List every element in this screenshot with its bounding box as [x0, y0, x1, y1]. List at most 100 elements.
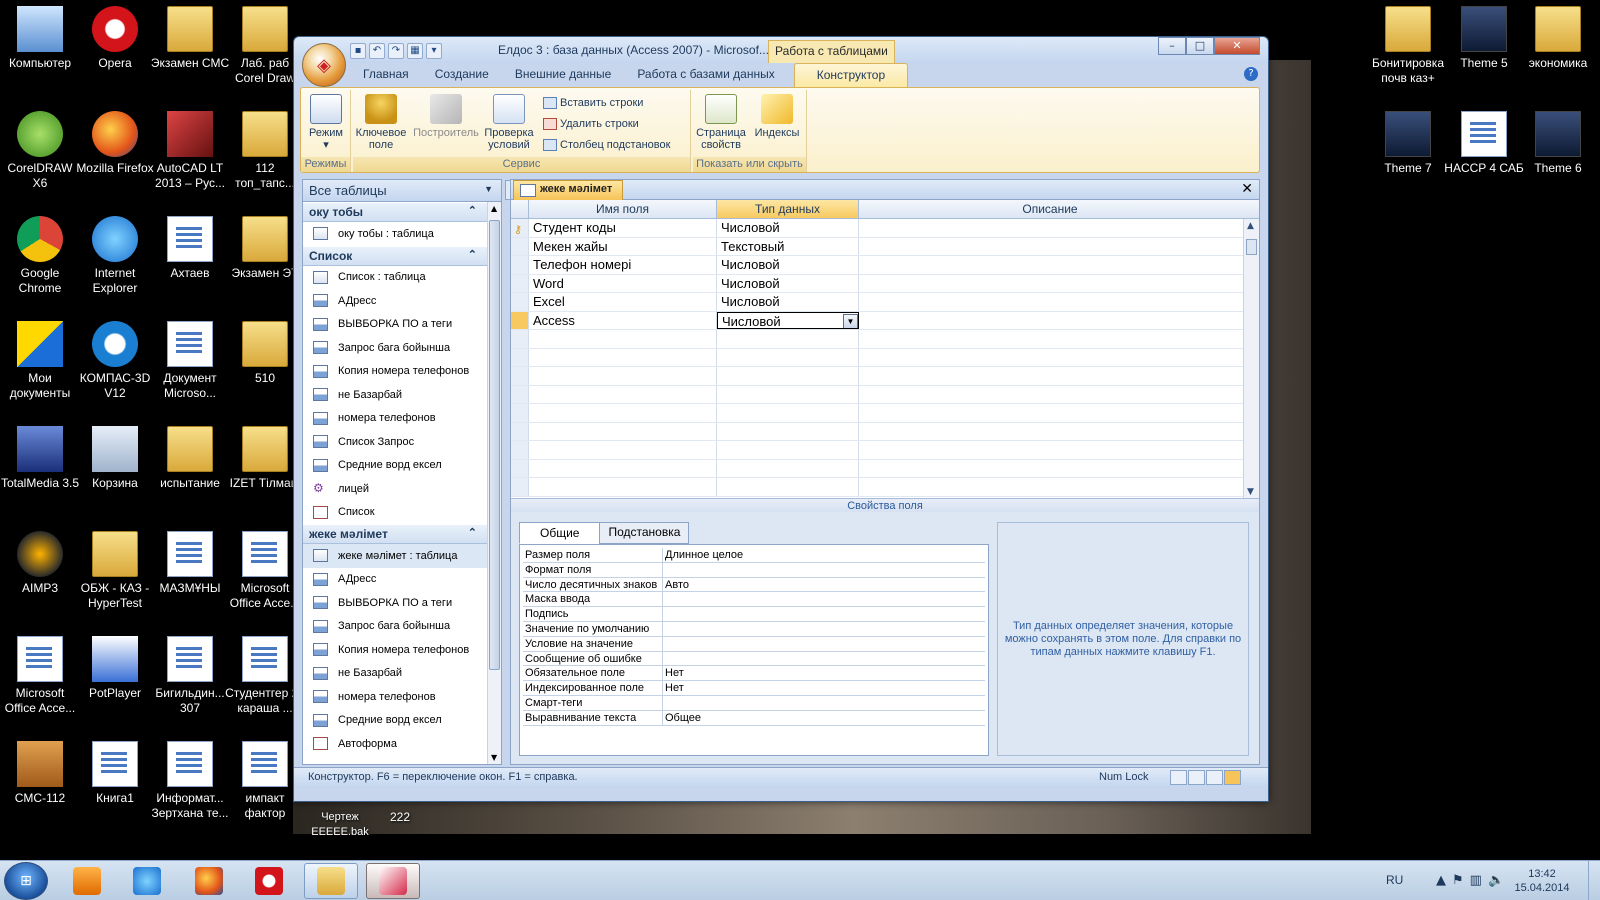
- field-name-cell[interactable]: [529, 459, 717, 477]
- taskbar-access[interactable]: [366, 863, 420, 899]
- data-type-cell[interactable]: [717, 348, 859, 366]
- tab-general[interactable]: Общие: [519, 522, 601, 544]
- lookup-column-button[interactable]: Столбец подстановок: [543, 136, 670, 154]
- field-row[interactable]: [511, 385, 1259, 404]
- description-cell[interactable]: [859, 349, 1241, 367]
- nav-item[interactable]: ⚙ лицей: [303, 477, 489, 501]
- scroll-down-icon[interactable]: ▼: [491, 753, 497, 762]
- minimize-button[interactable]: –: [1158, 37, 1186, 55]
- field-name-cell[interactable]: Word: [529, 274, 717, 292]
- desktop-icon-left-10[interactable]: Ахтаев: [150, 216, 230, 281]
- nav-pane-header[interactable]: Все таблицы ▼ «: [303, 180, 523, 202]
- redo-icon[interactable]: ↷: [388, 43, 404, 59]
- desktop-icon-left-2[interactable]: Экзамен СМС: [150, 6, 230, 71]
- field-name-cell[interactable]: [529, 348, 717, 366]
- data-type-cell[interactable]: Числовой: [717, 219, 859, 237]
- property-row[interactable]: Число десятичных знаков Авто: [523, 577, 985, 593]
- document-tab[interactable]: жеке мәлімет: [513, 180, 624, 200]
- desktop-icon-left-17[interactable]: Корзина: [75, 426, 155, 491]
- data-type-cell[interactable]: Числовой: [717, 256, 859, 274]
- desktop-icon-left-18[interactable]: испытание: [150, 426, 230, 491]
- row-selector[interactable]: [511, 274, 529, 292]
- desktop-icon-left-0[interactable]: Компьютер: [0, 6, 80, 71]
- grid-scrollbar[interactable]: ▲ ▼: [1243, 219, 1259, 499]
- desktop-icon-left-14[interactable]: Документ Microso...: [150, 321, 230, 401]
- description-cell[interactable]: [859, 367, 1241, 385]
- collapse-group-icon[interactable]: ⌃: [468, 248, 477, 261]
- description-cell[interactable]: [859, 386, 1241, 404]
- field-row[interactable]: [511, 330, 1259, 349]
- field-row[interactable]: Word Числовой: [511, 274, 1259, 293]
- description-cell[interactable]: [859, 256, 1241, 274]
- description-cell[interactable]: [859, 460, 1241, 478]
- view-mode-button[interactable]: Режим ▾: [298, 92, 354, 151]
- property-value[interactable]: [663, 563, 985, 577]
- field-row[interactable]: Телефон номері Числовой: [511, 256, 1259, 275]
- field-row[interactable]: [511, 348, 1259, 367]
- description-cell[interactable]: [859, 478, 1241, 496]
- desktop-icon-left-25[interactable]: PotPlayer: [75, 636, 155, 701]
- row-selector-header[interactable]: [511, 200, 529, 218]
- property-row[interactable]: Значение по умолчанию: [523, 621, 985, 637]
- property-value[interactable]: Общее: [663, 711, 985, 725]
- tab-create[interactable]: Создание: [422, 63, 502, 87]
- desktop-icon-left-21[interactable]: ОБЖ - КАЗ - HyperTest: [75, 531, 155, 611]
- row-selector[interactable]: [511, 404, 529, 422]
- field-name-cell[interactable]: Excel: [529, 293, 717, 311]
- field-row[interactable]: [511, 459, 1259, 478]
- nav-item[interactable]: ВЫВБОРКА ПО а теги: [303, 313, 489, 337]
- nav-item[interactable]: АДресс: [303, 568, 489, 592]
- save-icon[interactable]: ▪: [350, 43, 366, 59]
- property-row[interactable]: Смарт-теги: [523, 695, 985, 711]
- nav-item[interactable]: Запрос бага бойынша: [303, 336, 489, 360]
- network-icon[interactable]: ▥: [1470, 873, 1482, 888]
- desktop-icon-left-29[interactable]: Книга1: [75, 741, 155, 806]
- property-value[interactable]: Нет: [663, 666, 985, 680]
- data-type-cell[interactable]: [717, 385, 859, 403]
- field-name-cell[interactable]: [529, 404, 717, 422]
- desktop-icon-right-1[interactable]: Theme 5: [1444, 6, 1524, 71]
- data-type-cell[interactable]: [717, 459, 859, 477]
- field-name-cell[interactable]: [529, 330, 717, 348]
- property-value[interactable]: [663, 637, 985, 651]
- nav-item[interactable]: номера телефонов: [303, 407, 489, 431]
- desktop-icon-left-28[interactable]: CMC-112: [0, 741, 80, 806]
- field-name-cell[interactable]: [529, 385, 717, 403]
- close-button[interactable]: ✕: [1214, 37, 1260, 55]
- taskbar-opera[interactable]: [242, 863, 296, 899]
- desktop-icon-right-0[interactable]: Бонитировка почв каз+: [1368, 6, 1448, 86]
- start-button[interactable]: ⊞: [4, 862, 48, 900]
- description-cell[interactable]: [859, 423, 1241, 441]
- scroll-up-icon[interactable]: ▲: [1247, 221, 1254, 231]
- nav-item[interactable]: Список Запрос: [303, 430, 489, 454]
- description-cell[interactable]: [859, 275, 1241, 293]
- builder-button[interactable]: Построитель: [411, 92, 481, 139]
- field-row[interactable]: ⚷ Студент коды Числовой: [511, 219, 1259, 238]
- data-type-cell[interactable]: [717, 422, 859, 440]
- desktop-icon-left-13[interactable]: КОМПАС-3D V12: [75, 321, 155, 401]
- property-row[interactable]: Маска ввода: [523, 592, 985, 608]
- desktop-icon-left-20[interactable]: AIMP3: [0, 531, 80, 596]
- scroll-down-icon[interactable]: ▼: [1247, 487, 1254, 497]
- row-selector[interactable]: [511, 478, 529, 496]
- field-row[interactable]: Access Числовой ▼: [511, 311, 1259, 330]
- nav-item[interactable]: АДресс: [303, 289, 489, 313]
- language-indicator[interactable]: RU: [1386, 873, 1403, 887]
- data-type-cell[interactable]: [717, 367, 859, 385]
- nav-item[interactable]: ВЫВБОРКА ПО а теги: [303, 591, 489, 615]
- data-type-cell[interactable]: [717, 441, 859, 459]
- desktop-icon-left-1[interactable]: Opera: [75, 6, 155, 71]
- row-selector[interactable]: [511, 256, 529, 274]
- customize-qat-icon[interactable]: ▾: [426, 43, 442, 59]
- property-value[interactable]: [663, 652, 985, 666]
- description-cell[interactable]: [859, 404, 1241, 422]
- data-type-cell[interactable]: [717, 478, 859, 496]
- row-selector[interactable]: [511, 422, 529, 440]
- row-selector[interactable]: ⚷: [511, 219, 529, 237]
- nav-scroll-thumb[interactable]: [489, 220, 500, 670]
- show-desktop-button[interactable]: [1588, 861, 1600, 900]
- description-cell[interactable]: [859, 330, 1241, 348]
- property-value[interactable]: [663, 696, 985, 710]
- description-cell[interactable]: [859, 312, 1241, 330]
- field-row[interactable]: [511, 367, 1259, 386]
